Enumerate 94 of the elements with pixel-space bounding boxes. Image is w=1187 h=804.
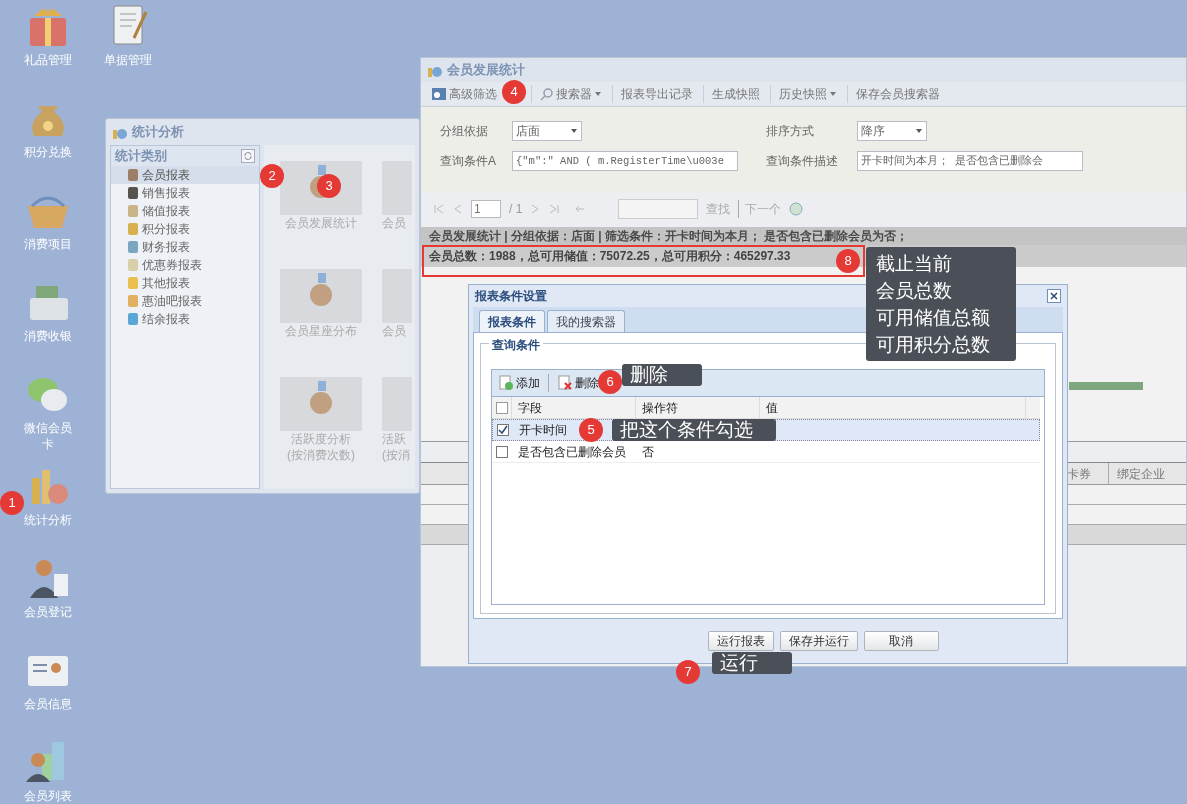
column-header: 值 [766, 399, 778, 416]
callout-text: 可用积分总数 [876, 333, 991, 357]
desktop-icon-label[interactable]: 消费收银 [22, 328, 74, 344]
tile-label[interactable]: 会员星座分布 [285, 323, 357, 339]
callout-text: 截止当前 [876, 252, 953, 276]
window-title: 统计分析 [132, 123, 184, 142]
panel-title: 统计类别 [115, 147, 167, 166]
tab[interactable]: 报表条件 [479, 310, 545, 332]
desktop-icon-label[interactable]: 微信会员卡 [22, 420, 74, 452]
caret-icon [829, 91, 837, 97]
callout-text: 删除 [630, 365, 669, 385]
tile-label[interactable]: 活跃度分析 [291, 431, 351, 447]
toolbar-button[interactable]: 生成快照 [703, 85, 762, 103]
caret-icon [594, 91, 602, 97]
input-field[interactable]: 开卡时间为本月； 是否包含已删除会 [857, 151, 1083, 171]
delete-icon [557, 375, 573, 391]
tree-item[interactable]: 销售报表 [111, 184, 259, 202]
report-tile-icon[interactable] [280, 161, 362, 215]
page-total: / 1 [509, 201, 523, 218]
checkbox[interactable] [495, 401, 508, 414]
search-icon [540, 87, 554, 101]
last-page-icon[interactable] [548, 204, 561, 214]
find-button[interactable]: 查找 [706, 200, 731, 218]
tree-item[interactable]: 其他报表 [111, 274, 259, 292]
toolbar-button[interactable]: 报表导出记录 [612, 85, 695, 103]
page-input[interactable]: 1 [471, 200, 501, 218]
table-cell: 开卡时间 [519, 422, 567, 438]
tile-label[interactable]: 活跃 [382, 431, 406, 447]
report-header: 会员发展统计 | 分组依据：店面 | 筛选条件：开卡时间为本月； 是否包含已删除会员为否； [429, 228, 909, 244]
dialog-button[interactable]: 保存并运行 [779, 631, 858, 651]
callout-text: 会员总数 [876, 279, 953, 303]
tile-label[interactable]: 会员 [382, 323, 406, 339]
desktop-icon-label[interactable]: 消费项目 [22, 236, 74, 252]
checkbox[interactable] [496, 445, 508, 458]
tree-item[interactable]: 结余报表 [111, 310, 259, 328]
field-label: 分组依据 [440, 123, 489, 140]
field-label: 查询条件描述 [766, 153, 839, 170]
group-title: 查询条件 [489, 336, 543, 354]
tree-item[interactable]: 惠油吧报表 [111, 292, 259, 310]
desktop-icon-label[interactable]: 会员列表 [22, 788, 74, 804]
desktop-icon-label[interactable]: 礼品管理 [22, 52, 74, 68]
tree-item[interactable]: 积分报表 [111, 220, 259, 238]
desktop-icon-label[interactable]: 会员登记 [22, 604, 74, 620]
callout-text: 运行 [720, 653, 759, 673]
tile-label[interactable]: 会员发展统计 [285, 215, 357, 231]
checkbox[interactable] [497, 424, 509, 436]
toolbar-button[interactable]: 删除 [548, 374, 599, 392]
report-tile-icon[interactable] [280, 377, 362, 431]
tile-label[interactable]: (按消费次数) [287, 447, 355, 463]
dropdown-field[interactable]: 降序 [857, 121, 927, 141]
report-summary: 会员总数：1988，总可用储值：75072.25，总可用积分：465297.33 [429, 248, 791, 264]
toolbar-button[interactable]: 历史快照 [770, 85, 839, 103]
tree-item[interactable]: 财务报表 [111, 238, 259, 256]
desktop-icon-label[interactable]: 积分兑换 [22, 144, 74, 160]
close-icon [1050, 292, 1058, 300]
input-field[interactable]: {"m":" AND ( m.RegisterTime\u003e [512, 151, 738, 171]
tab[interactable]: 我的搜索器 [547, 310, 625, 332]
search-field[interactable] [618, 199, 699, 219]
next-page-icon[interactable] [530, 204, 541, 214]
field-label: 排序方式 [766, 123, 815, 140]
callout-text: 把这个条件勾选 [620, 420, 754, 440]
dialog-button[interactable]: 运行报表 [707, 631, 774, 651]
toolbar-button[interactable]: 高级筛选 [429, 85, 499, 103]
callout-text: 可用储值总额 [876, 306, 991, 330]
table-cell: 是否包含已删除会员 [518, 443, 626, 460]
step-badge: 1 [0, 491, 24, 515]
toolbar-button[interactable]: 搜索器 [531, 85, 604, 103]
dropdown-field[interactable]: 店面 [512, 121, 582, 141]
add-icon [498, 375, 514, 391]
dialog-title: 报表条件设置 [475, 288, 547, 305]
caret-icon [570, 128, 578, 134]
window-title: 会员发展统计 [447, 61, 525, 80]
toolbar-button[interactable]: 添加 [498, 374, 540, 392]
table-cell: 否 [642, 443, 654, 460]
desktop-icon-label[interactable]: 单据管理 [102, 52, 154, 68]
tree-item[interactable]: 会员报表 [111, 166, 259, 184]
caret-icon [915, 128, 923, 134]
column-header: 字段 [518, 399, 542, 416]
desktop-icon-label[interactable]: 会员信息 [22, 696, 74, 712]
tile-label[interactable]: (按消 [382, 447, 410, 463]
check-icon [498, 425, 508, 435]
report-tile-icon[interactable] [280, 269, 362, 323]
tree-item[interactable]: 优惠券报表 [111, 256, 259, 274]
step-badge: 7 [676, 660, 700, 684]
previous-page-icon[interactable] [453, 204, 463, 214]
dialog-button[interactable]: 取消 [863, 631, 939, 651]
close-button[interactable] [1047, 289, 1061, 303]
toolbar-button[interactable]: 保存会员搜索器 [847, 85, 942, 103]
field-label: 查询条件A [440, 153, 497, 170]
tree-item[interactable]: 储值报表 [111, 202, 259, 220]
desktop-icon-label[interactable]: 统计分析 [22, 512, 74, 528]
first-page-icon[interactable] [433, 204, 445, 214]
column-header: 操作符 [642, 399, 678, 416]
tile-label[interactable]: 会员 [382, 215, 406, 231]
